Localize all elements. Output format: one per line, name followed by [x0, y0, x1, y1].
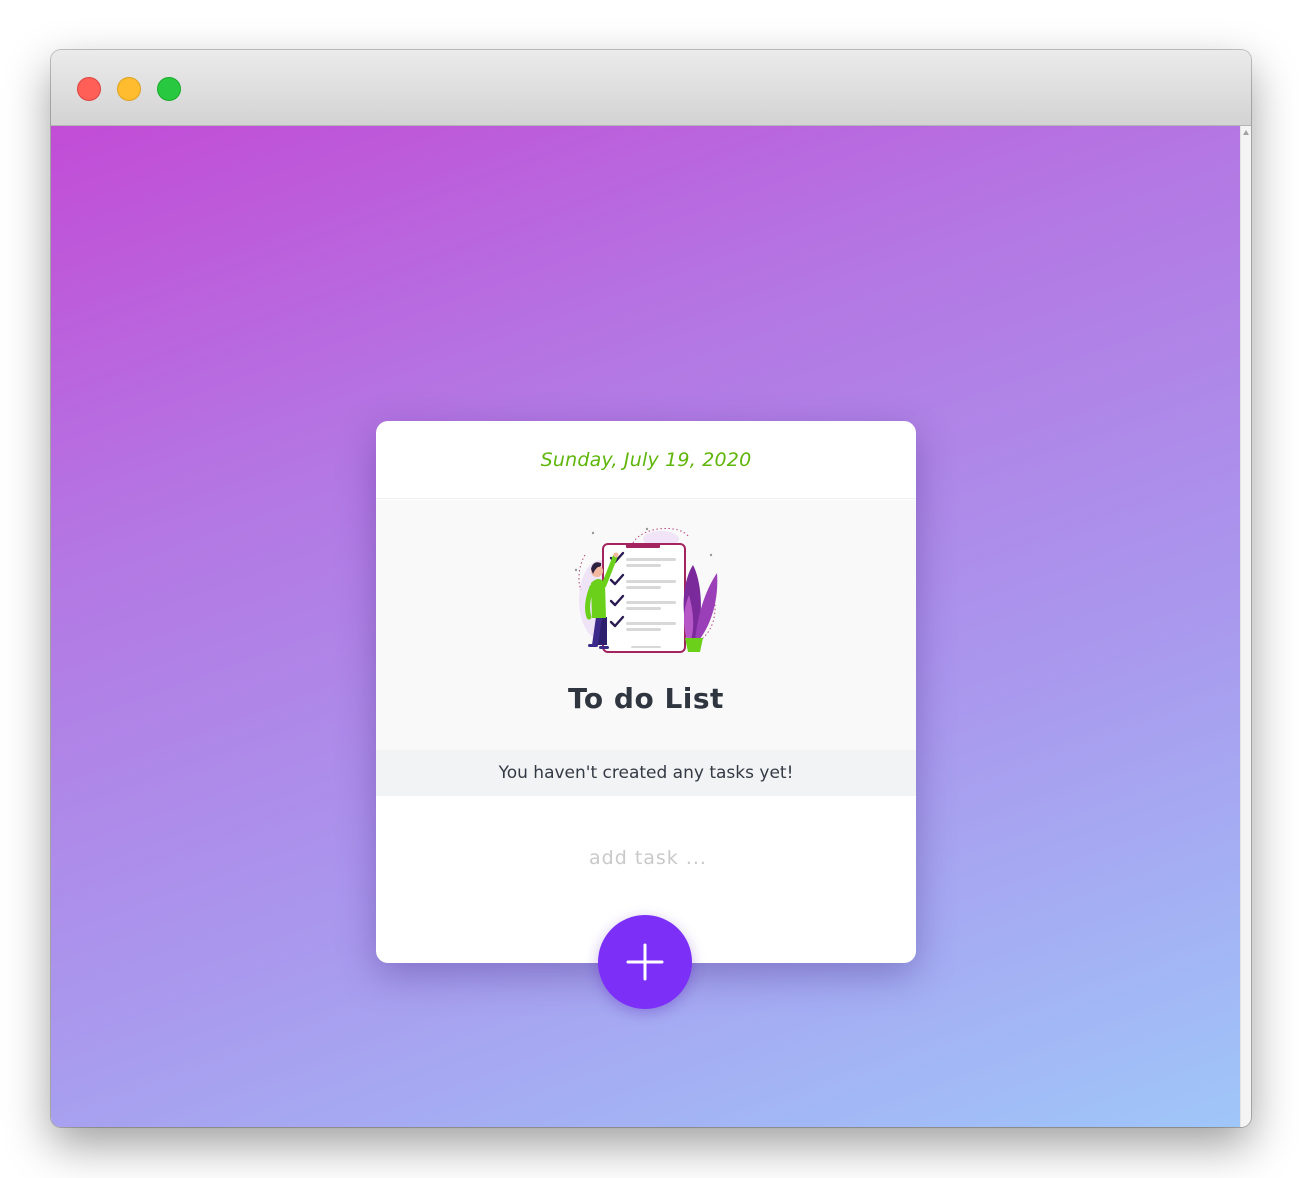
illustration-dot: [645, 527, 649, 531]
close-window-button[interactable]: [77, 77, 101, 101]
illustration-plant: [683, 565, 718, 652]
todo-card: Sunday, July 19, 2020 To do List You hav…: [376, 421, 916, 963]
checklist-illustration: [574, 527, 718, 653]
app-title: To do List: [568, 682, 724, 715]
illustration-board-top: [626, 544, 660, 548]
scroll-up-arrow-icon[interactable]: [1243, 130, 1249, 135]
browser-window: Sunday, July 19, 2020 To do List You hav…: [51, 50, 1251, 1127]
add-task-button[interactable]: [598, 915, 692, 1009]
illustration-dot: [709, 553, 713, 557]
window-titlebar: [51, 50, 1251, 126]
card-header: Sunday, July 19, 2020: [376, 421, 916, 499]
todo-card-body: Sunday, July 19, 2020 To do List You hav…: [376, 421, 916, 963]
illustration-dot: [574, 568, 578, 572]
page-viewport: Sunday, July 19, 2020 To do List You hav…: [51, 126, 1240, 1127]
date-label: Sunday, July 19, 2020: [540, 448, 752, 471]
zoom-window-button[interactable]: [157, 77, 181, 101]
add-task-input[interactable]: [436, 833, 860, 883]
empty-state-message: You haven't created any tasks yet!: [376, 750, 916, 796]
plus-icon: [626, 943, 664, 981]
vertical-scrollbar[interactable]: [1240, 126, 1251, 1127]
illustration-dot: [591, 531, 595, 535]
hero-section: To do List: [376, 500, 916, 750]
minimize-window-button[interactable]: [117, 77, 141, 101]
